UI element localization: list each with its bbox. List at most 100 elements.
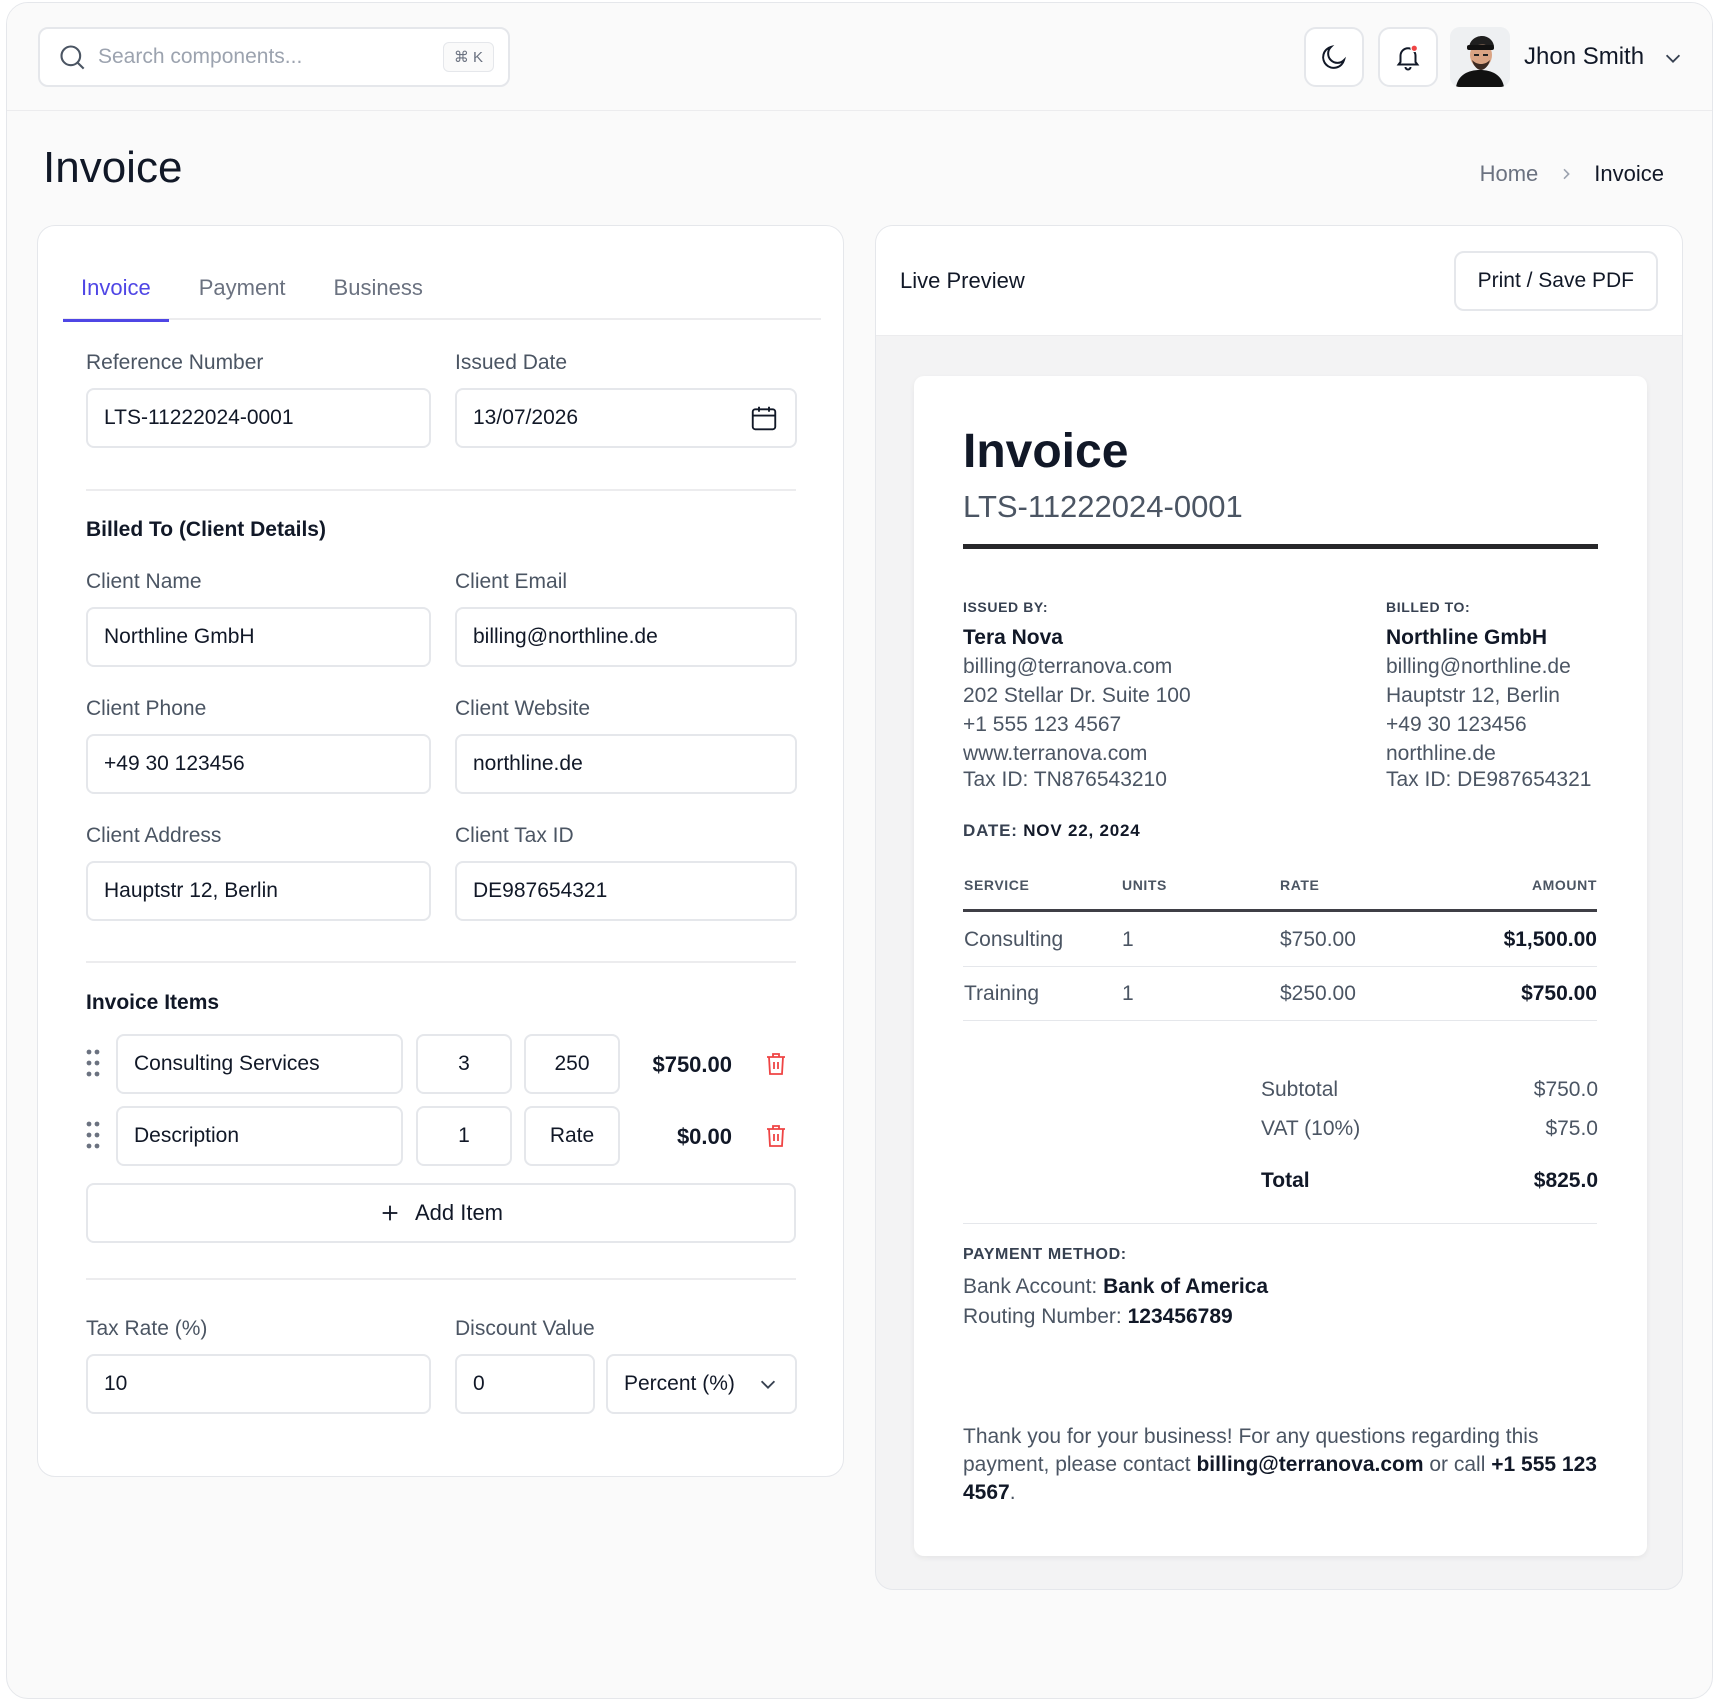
tab-invoice[interactable]: Invoice <box>63 268 169 322</box>
breadcrumb-current: Invoice <box>1594 161 1664 186</box>
breadcrumb: Home Invoice <box>1480 161 1664 187</box>
invoice-items-section-title: Invoice Items <box>86 991 220 1014</box>
row-service: Training <box>964 982 1040 1005</box>
bank-account-label: Bank Account: <box>963 1275 1098 1298</box>
invoice-date: DATE: NOV 22, 2024 <box>963 821 1141 841</box>
trash-icon[interactable] <box>765 1124 787 1148</box>
page-title: Invoice <box>43 143 183 192</box>
trash-icon[interactable] <box>765 1052 787 1076</box>
theme-toggle-button[interactable] <box>1304 27 1364 87</box>
app-frame: ⌘ K Jhon Smith Invoice Home Invoice <box>6 2 1713 1699</box>
thanks-text-call: or call <box>1429 1453 1486 1476</box>
search-box[interactable]: ⌘ K <box>38 27 510 87</box>
routing-number-label: Routing Number: <box>963 1305 1122 1328</box>
client-phone-input[interactable]: +49 30 123456 <box>86 734 431 794</box>
bank-account-line: Bank Account: Bank of America <box>963 1275 1268 1299</box>
drag-handle-icon[interactable] <box>86 1121 100 1149</box>
reference-number-input[interactable]: LTS-11222024-0001 <box>86 388 431 448</box>
client-name-label: Client Name <box>86 570 202 593</box>
client-phone-label: Client Phone <box>86 697 207 720</box>
subtotal-value: $750.0 <box>1533 1078 1598 1101</box>
section-divider <box>86 1278 796 1280</box>
item-qty-value: 3 <box>458 1052 470 1075</box>
issued-by-address: 202 Stellar Dr. Suite 100 <box>963 684 1191 707</box>
chevron-down-icon[interactable] <box>1662 47 1684 69</box>
billed-to-tax-id: Tax ID: DE987654321 <box>1386 768 1592 791</box>
moon-icon <box>1322 44 1347 69</box>
live-preview-title: Live Preview <box>900 268 1025 293</box>
col-header-amount: AMOUNT <box>1531 877 1597 893</box>
thanks-end: . <box>1009 1481 1016 1504</box>
item-description-input[interactable]: Consulting Services <box>116 1034 403 1094</box>
item-rate-value: 250 <box>554 1052 590 1075</box>
issued-by-caption: ISSUED BY: <box>963 599 1049 615</box>
vat-label: VAT (10%) <box>1261 1117 1361 1140</box>
item-rate-value: Rate <box>549 1124 595 1147</box>
item-amount: $750.00 <box>652 1052 732 1077</box>
add-item-label: Add Item <box>414 1200 504 1225</box>
item-qty-value: 1 <box>458 1124 470 1147</box>
tax-rate-input[interactable]: 10 <box>86 1354 431 1414</box>
issued-by-email: billing@terranova.com <box>963 655 1173 678</box>
tab-business[interactable]: Business <box>316 268 441 320</box>
client-name-input[interactable]: Northline GmbH <box>86 607 431 667</box>
client-phone-value: +49 30 123456 <box>104 752 245 775</box>
bell-icon <box>1396 44 1420 71</box>
print-save-pdf-button[interactable]: Print / Save PDF <box>1453 251 1658 311</box>
form-tabs: Invoice Payment Business <box>63 268 821 322</box>
table-row-rule <box>963 1020 1597 1021</box>
row-rate: $750.00 <box>1280 928 1356 951</box>
col-header-rate: RATE <box>1280 877 1320 893</box>
plus-icon <box>382 1205 398 1221</box>
user-name[interactable]: Jhon Smith <box>1524 43 1644 71</box>
item-description-value: Consulting Services <box>134 1052 320 1075</box>
item-description-input[interactable]: Description <box>116 1106 403 1166</box>
live-preview-card: Live Preview Print / Save PDF Invoice LT… <box>875 225 1683 1590</box>
item-qty-input[interactable]: 1 <box>416 1106 512 1166</box>
calendar-icon[interactable] <box>749 403 779 433</box>
row-amount: $1,500.00 <box>1503 928 1597 951</box>
routing-number-line: Routing Number: 123456789 <box>963 1305 1233 1329</box>
col-header-units: UNITS <box>1122 877 1167 893</box>
notifications-button[interactable] <box>1378 27 1438 87</box>
table-header-rule <box>963 909 1597 912</box>
item-qty-input[interactable]: 3 <box>416 1034 512 1094</box>
client-tax-id-input[interactable]: DE987654321 <box>455 861 797 921</box>
item-rate-input[interactable]: Rate <box>524 1106 620 1166</box>
drag-handle-icon[interactable] <box>86 1049 100 1077</box>
tab-payment[interactable]: Payment <box>181 268 304 320</box>
reference-number-label: Reference Number <box>86 351 264 374</box>
row-units: 1 <box>1122 928 1134 951</box>
billed-to-phone: +49 30 123456 <box>1386 713 1527 736</box>
issued-date-value: 13/07/2026 <box>473 406 579 429</box>
discount-type-select[interactable]: Percent (%) <box>606 1354 797 1414</box>
discount-value-input[interactable]: 0 <box>455 1354 595 1414</box>
client-website-input[interactable]: northline.de <box>455 734 797 794</box>
search-input[interactable] <box>98 45 443 69</box>
discount-value-label: Discount Value <box>455 1317 595 1340</box>
tax-rate-value: 10 <box>104 1372 128 1395</box>
client-website-label: Client Website <box>455 697 591 720</box>
add-item-button[interactable]: Add Item <box>86 1183 796 1243</box>
payment-method-caption: PAYMENT METHOD: <box>963 1246 1127 1263</box>
total-label: Total <box>1261 1169 1310 1192</box>
client-tax-id-value: DE987654321 <box>473 879 608 902</box>
top-bar: ⌘ K Jhon Smith <box>7 3 1712 111</box>
issued-by-phone: +1 555 123 4567 <box>963 713 1122 736</box>
item-rate-input[interactable]: 250 <box>524 1034 620 1094</box>
table-row-rule <box>963 966 1597 967</box>
avatar[interactable] <box>1450 27 1510 87</box>
routing-number-value: 123456789 <box>1127 1305 1233 1328</box>
row-amount: $750.00 <box>1521 982 1597 1005</box>
client-email-value: billing@northline.de <box>473 625 658 648</box>
client-address-input[interactable]: Hauptstr 12, Berlin <box>86 861 431 921</box>
tax-rate-label: Tax Rate (%) <box>86 1317 208 1340</box>
preview-header: Live Preview Print / Save PDF <box>876 226 1682 336</box>
client-email-input[interactable]: billing@northline.de <box>455 607 797 667</box>
thanks-email: billing@terranova.com <box>1196 1453 1424 1476</box>
section-divider <box>86 489 796 491</box>
client-name-value: Northline GmbH <box>104 625 255 648</box>
date-value: NOV 22, 2024 <box>1023 821 1141 840</box>
issued-date-input[interactable]: 13/07/2026 <box>455 388 797 448</box>
breadcrumb-home-link[interactable]: Home <box>1480 161 1539 187</box>
